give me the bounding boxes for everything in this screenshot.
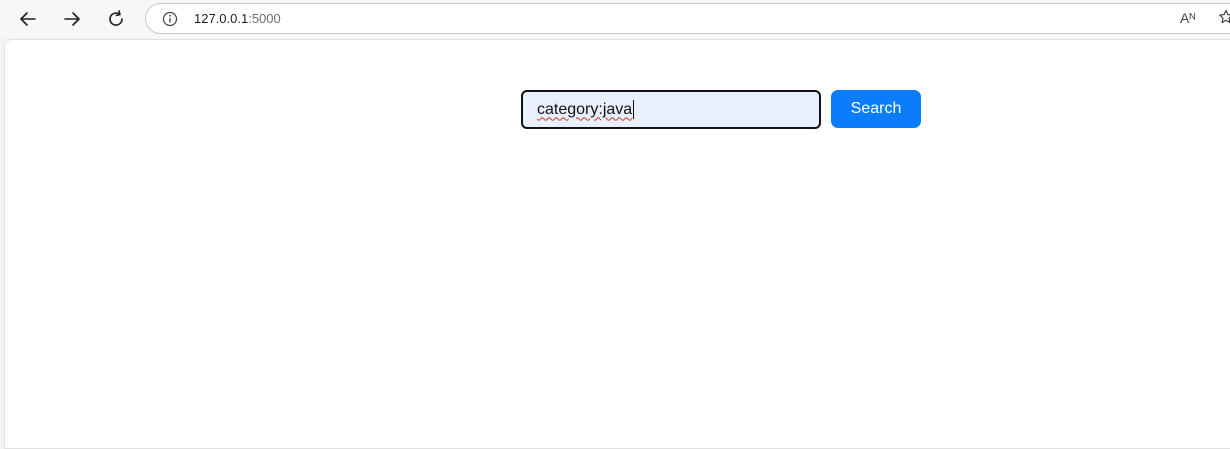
star-icon[interactable] bbox=[1218, 9, 1230, 25]
forward-arrow-icon bbox=[64, 12, 80, 26]
reload-button[interactable] bbox=[100, 4, 132, 34]
url-text[interactable]: 127.0.0.1:5000 bbox=[194, 11, 281, 27]
search-input[interactable]: category:java bbox=[521, 90, 821, 129]
page-content: category:java Search bbox=[4, 39, 1230, 449]
address-bar[interactable]: 127.0.0.1:5000 bbox=[145, 3, 1230, 34]
search-input-value: category:java bbox=[537, 100, 633, 118]
url-port: :5000 bbox=[248, 11, 281, 26]
reload-icon bbox=[109, 10, 123, 26]
text-caret bbox=[633, 100, 635, 119]
forward-button[interactable] bbox=[56, 4, 88, 34]
url-host: 127.0.0.1 bbox=[194, 11, 249, 26]
browser-toolbar: 127.0.0.1:5000 Aᴺ bbox=[0, 0, 1230, 38]
back-button[interactable] bbox=[12, 4, 44, 34]
info-icon[interactable] bbox=[162, 11, 178, 27]
read-aloud-icon[interactable]: Aᴺ bbox=[1180, 10, 1195, 26]
search-button[interactable]: Search bbox=[831, 90, 921, 128]
back-arrow-icon bbox=[20, 12, 36, 26]
